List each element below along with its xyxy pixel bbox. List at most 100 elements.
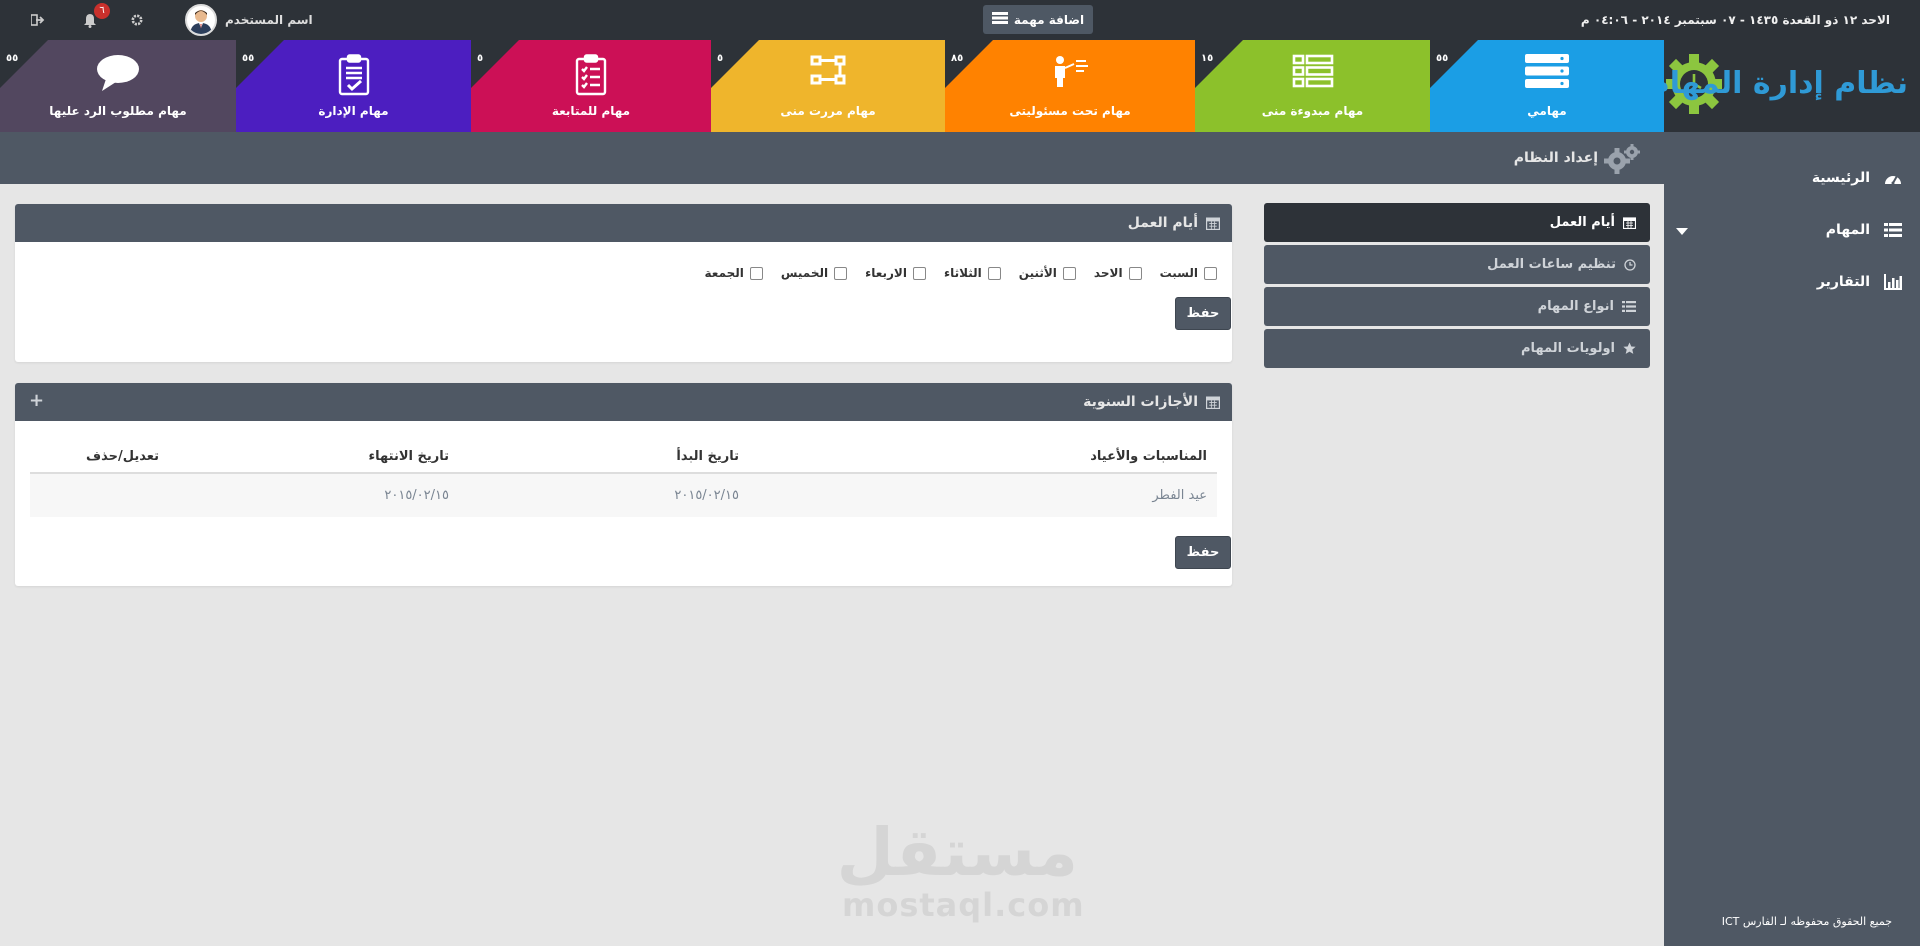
watermark-latin: mostaql.com bbox=[842, 886, 1085, 924]
flow-icon bbox=[810, 54, 846, 90]
tile-label: مهام مررت منى bbox=[780, 104, 876, 118]
tile-corner bbox=[471, 40, 519, 88]
top-bar: الاحد ١٢ ذو القعدة ١٤٣٥ - ٠٧ سبتمبر ٢٠١٤… bbox=[0, 0, 1920, 40]
day-monday[interactable]: الأثنين bbox=[1019, 266, 1076, 280]
checkbox[interactable] bbox=[1062, 266, 1076, 280]
menu-item-label: أيام العمل bbox=[1549, 215, 1615, 230]
page-title: إعداد النظام bbox=[1513, 150, 1598, 166]
day-wednesday[interactable]: الاربعاء bbox=[865, 266, 926, 280]
column-header: المناسبات والأعياد bbox=[749, 441, 1217, 474]
tile-count: ٨٥ bbox=[951, 53, 964, 64]
sidebar-item-label: التقارير bbox=[1816, 274, 1870, 290]
panel-header: الأجازات السنوية + bbox=[15, 383, 1232, 421]
column-header: تاريخ البدأ bbox=[459, 441, 749, 474]
settings-menu-task-types[interactable]: انواع المهام bbox=[1264, 287, 1650, 326]
sidebar-item-tasks[interactable]: المهام bbox=[1664, 210, 1920, 250]
day-label: الجمعة bbox=[704, 266, 744, 280]
sidebar: نظام إدارة المهام الرئيسية المهام التقار… bbox=[1648, 40, 1920, 946]
checkbox[interactable] bbox=[987, 266, 1001, 280]
tile-corner bbox=[711, 40, 759, 88]
task-tiles: ٥٥ مهامي ١٥ مهام مبدوءة منى ٨٥ مهام تحت … bbox=[0, 40, 1664, 132]
tile-passed-through-me[interactable]: ٥ مهام مررت منى bbox=[711, 40, 945, 132]
tile-under-my-responsibility[interactable]: ٨٥ مهام تحت مسئوليتى bbox=[945, 40, 1195, 132]
end-date: ٢٠١٥/٠٢/١٥ bbox=[169, 473, 459, 517]
add-holiday-button[interactable]: + bbox=[29, 392, 44, 410]
save-holidays-button[interactable]: حفظ bbox=[1175, 536, 1231, 569]
sidebar-item-home[interactable]: الرئيسية bbox=[1664, 158, 1920, 198]
settings-menu-task-priorities[interactable]: اولويات المهام bbox=[1264, 329, 1650, 368]
checkbox[interactable] bbox=[1204, 266, 1217, 280]
list-icon bbox=[1622, 301, 1636, 312]
watermark-arabic: مستقل bbox=[836, 814, 1078, 891]
checkbox[interactable] bbox=[834, 266, 848, 280]
tile-label: مهام مبدوءة منى bbox=[1261, 104, 1364, 118]
tile-label: مهام للمتابعة bbox=[551, 104, 631, 118]
start-date: ٢٠١٥/٠٢/١٥ bbox=[459, 473, 749, 517]
add-task-button[interactable]: اضافة مهمة bbox=[983, 5, 1093, 34]
column-header: تعديل/حذف bbox=[30, 441, 169, 474]
checkbox[interactable] bbox=[1128, 266, 1142, 280]
day-saturday[interactable]: السبت bbox=[1160, 266, 1217, 280]
day-sunday[interactable]: الاحد bbox=[1094, 266, 1142, 280]
annual-holidays-panel: الأجازات السنوية + المناسبات والأعياد تا… bbox=[15, 383, 1232, 586]
presenter-icon bbox=[1050, 54, 1090, 92]
tile-started-by-me[interactable]: ١٥ مهام مبدوءة منى bbox=[1195, 40, 1430, 132]
day-friday[interactable]: الجمعة bbox=[705, 266, 763, 280]
menu-item-label: تنظيم ساعات العمل bbox=[1487, 257, 1616, 272]
edit-delete-cell[interactable] bbox=[30, 473, 169, 517]
settings-menu-work-days[interactable]: أيام العمل bbox=[1264, 203, 1650, 242]
bar-chart-icon bbox=[1882, 271, 1904, 293]
tile-label: مهامي bbox=[1527, 104, 1567, 118]
avatar bbox=[185, 4, 217, 36]
tile-management-tasks[interactable]: ٥٥ مهام الإدارة bbox=[236, 40, 471, 132]
page-header: إعداد النظام bbox=[0, 132, 1664, 184]
day-label: الثلاثاء bbox=[943, 266, 982, 280]
table-row: عيد الفطر ٢٠١٥/٠٢/١٥ ٢٠١٥/٠٢/١٥ bbox=[30, 473, 1217, 517]
calendar-icon bbox=[1206, 395, 1220, 409]
logo[interactable]: نظام إدارة المهام bbox=[1648, 40, 1920, 132]
checklist-icon bbox=[575, 54, 607, 100]
sidebar-item-label: المهام bbox=[1825, 222, 1870, 238]
tile-label: مهام تحت مسئوليتى bbox=[1009, 104, 1131, 118]
settings-menu-work-hours[interactable]: تنظيم ساعات العمل bbox=[1264, 245, 1650, 284]
checkbox[interactable] bbox=[912, 266, 926, 280]
tile-count: ٥ bbox=[477, 53, 484, 64]
dashboard-icon bbox=[1882, 167, 1904, 189]
tile-awaiting-reply[interactable]: ٥٥ مهام مطلوب الرد عليها bbox=[0, 40, 236, 132]
sidebar-item-reports[interactable]: التقارير bbox=[1664, 262, 1920, 302]
tile-label: مهام مطلوب الرد عليها bbox=[49, 104, 187, 118]
logout-icon[interactable] bbox=[28, 10, 48, 30]
day-label: السبت bbox=[1159, 266, 1198, 280]
tile-corner bbox=[1430, 40, 1478, 88]
bell-icon[interactable]: ٦ bbox=[80, 3, 110, 30]
checkbox[interactable] bbox=[749, 266, 763, 280]
list-icon bbox=[1292, 54, 1334, 92]
column-header: تاريخ الانتهاء bbox=[169, 441, 459, 474]
work-days-checkboxes: السبت الاحد الأثنين الثلاثاء الاربعاء ال… bbox=[705, 266, 1217, 280]
user-menu[interactable]: اسم المستخدم bbox=[185, 3, 313, 37]
tile-count: ٥٥ bbox=[6, 53, 19, 64]
tile-my-tasks[interactable]: ٥٥ مهامي bbox=[1430, 40, 1664, 132]
current-date: الاحد ١٢ ذو القعدة ١٤٣٥ - ٠٧ سبتمبر ٢٠١٤… bbox=[1580, 13, 1890, 27]
tile-corner bbox=[0, 40, 48, 88]
logo-text: نظام إدارة المهام bbox=[1647, 66, 1908, 101]
tile-corner bbox=[1195, 40, 1243, 88]
holidays-table: المناسبات والأعياد تاريخ البدأ تاريخ الا… bbox=[30, 441, 1217, 517]
save-work-days-button[interactable]: حفظ bbox=[1175, 297, 1231, 330]
table-header-row: المناسبات والأعياد تاريخ البدأ تاريخ الا… bbox=[30, 441, 1217, 474]
tile-corner bbox=[945, 40, 993, 88]
settings-gear-icon[interactable] bbox=[127, 10, 147, 30]
day-label: الأثنين bbox=[1018, 266, 1057, 280]
clipboard-icon bbox=[338, 54, 370, 100]
holiday-name: عيد الفطر bbox=[749, 473, 1217, 517]
menu-item-label: انواع المهام bbox=[1537, 299, 1614, 314]
chat-icon bbox=[96, 54, 140, 96]
tile-for-follow-up[interactable]: ٥ مهام للمتابعة bbox=[471, 40, 711, 132]
notification-badge: ٦ bbox=[94, 3, 110, 19]
day-tuesday[interactable]: الثلاثاء bbox=[944, 266, 1001, 280]
user-name: اسم المستخدم bbox=[225, 13, 313, 27]
panel-header: أيام العمل bbox=[15, 204, 1232, 242]
tile-corner bbox=[236, 40, 284, 88]
caret-down-icon[interactable] bbox=[1676, 224, 1688, 240]
day-thursday[interactable]: الخميس bbox=[781, 266, 848, 280]
